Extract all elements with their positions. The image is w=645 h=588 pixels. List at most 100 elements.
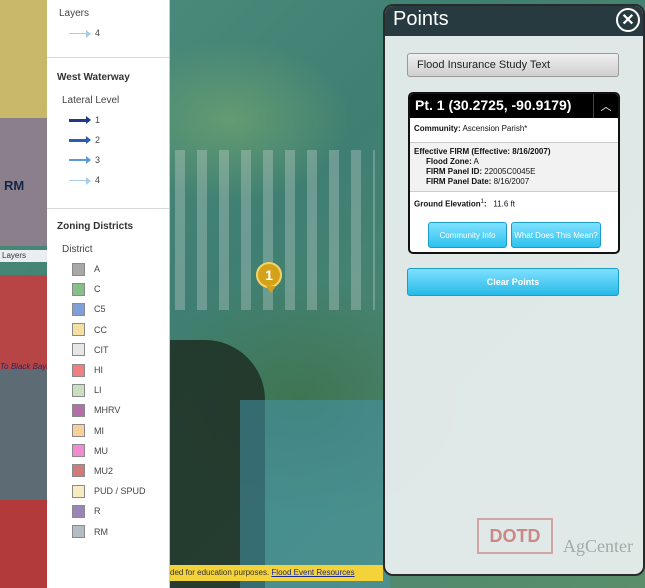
community-value: Ascension Parish* [462, 124, 528, 133]
legend-item-label: 1 [95, 115, 101, 125]
legend-item: R [72, 501, 169, 521]
point-card-header: Pt. 1 (30.2725, -90.9179) ︿ [410, 94, 618, 118]
elevation-label: Ground Elevation [414, 199, 481, 209]
legend-item-label: PUD / SPUD [94, 486, 146, 497]
agcenter-logo: AgCenter [563, 536, 633, 556]
color-swatch [72, 525, 85, 539]
legend-item-label: 4 [95, 175, 101, 185]
color-swatch [72, 383, 85, 397]
color-swatch [72, 282, 85, 296]
legend-section-sub: Lateral Level [62, 95, 120, 106]
elevation-colon: : [484, 199, 487, 209]
arrow-icon [69, 176, 91, 185]
zoning-list: A C C5 CC CIT HI LI MHRV MI MU MU2 PUD / SPUD R RM [47, 259, 169, 542]
legend-item: CC [72, 320, 169, 340]
layers-tab[interactable]: Layers [0, 250, 47, 262]
flood-zone-area [240, 400, 390, 588]
legend-item: C [72, 279, 169, 299]
firm-info: Effective FIRM (Effective: 8/16/2007) Fl… [410, 143, 618, 192]
legend-item-label: MU2 [94, 465, 114, 476]
flood-event-resources-link[interactable]: Flood Event Resources [271, 568, 354, 577]
community-row: Community: Ascension Parish* [410, 118, 618, 143]
community-info-button[interactable]: Community Info [428, 222, 507, 248]
panel-date-row: FIRM Panel Date: 8/16/2007 [414, 177, 614, 187]
community-label: Community: [414, 124, 461, 133]
legend-item: HI [72, 360, 169, 380]
what-does-this-mean-button[interactable]: What Does This Mean? [511, 222, 601, 248]
flood-insurance-study-button[interactable]: Flood Insurance Study Text [407, 53, 619, 77]
color-swatch [72, 363, 85, 377]
legend-item: 2 [69, 130, 169, 150]
legend-section-heading: West Waterway [57, 72, 130, 83]
legend-item: MU [72, 441, 169, 461]
legend-panel[interactable]: Layers 4 West Waterway Lateral Level 1 2… [47, 0, 170, 588]
arrow-icon [69, 135, 91, 144]
legend-item: 1 [69, 110, 169, 130]
firm-heading: Effective FIRM (Effective: 8/16/2007) [414, 147, 551, 156]
zone-area [0, 370, 47, 500]
point-title: Pt. 1 (30.2725, -90.9179) [415, 97, 572, 113]
legend-item-label: CC [94, 324, 107, 335]
arrow-icon [69, 29, 91, 38]
clear-points-button[interactable]: Clear Points [407, 268, 619, 296]
legend-section-heading: Zoning Districts [57, 221, 134, 232]
point-marker-pin [266, 286, 276, 293]
legend-item-label: LI [94, 385, 102, 396]
color-swatch [72, 444, 85, 458]
color-swatch [72, 343, 85, 357]
divider [47, 57, 169, 58]
point-marker[interactable]: 1 [256, 262, 282, 288]
legend-item: 4 [69, 170, 169, 190]
color-swatch [72, 424, 85, 438]
legend-item-label: MHRV [94, 405, 121, 416]
color-swatch [72, 323, 85, 337]
close-icon[interactable]: ✕ [616, 8, 640, 32]
legend-item: CIT [72, 340, 169, 360]
arrow-icon [69, 156, 91, 164]
legend-item-label: 3 [95, 155, 101, 165]
legend-item-label: 4 [95, 28, 101, 38]
legend-item: MHRV [72, 400, 169, 420]
points-panel[interactable]: Points ✕ Flood Insurance Study Text Pt. … [383, 4, 645, 576]
points-header: Points ✕ [385, 6, 643, 36]
color-swatch [72, 464, 85, 478]
legend-item: C5 [72, 299, 169, 319]
panel-id-label: FIRM Panel ID: [426, 167, 483, 176]
legend-item-label: MU [94, 445, 108, 456]
footer-text: ded for education purposes. [170, 568, 270, 577]
zone-area [0, 500, 47, 588]
color-swatch [72, 504, 85, 518]
legend-item-label: CIT [94, 344, 109, 355]
color-swatch [72, 302, 85, 316]
flood-zone-row: Flood Zone: A [414, 157, 614, 167]
legend-item: RM [72, 521, 169, 541]
legend-item: PUD / SPUD [72, 481, 169, 501]
point-card: Pt. 1 (30.2725, -90.9179) ︿ Community: A… [408, 92, 620, 254]
zone-area [0, 0, 47, 118]
color-swatch [72, 484, 85, 498]
legend-item-label: 2 [95, 135, 101, 145]
chevron-up-icon[interactable]: ︿ [593, 94, 618, 118]
arrow-icon [69, 115, 91, 124]
legend-item: LI [72, 380, 169, 400]
panel-date-value: 8/16/2007 [493, 177, 530, 186]
legend-item: MI [72, 421, 169, 441]
panel-id-value: 22005C0045E [484, 167, 536, 176]
flood-zone-value: A [473, 157, 479, 166]
legend-item-label: HI [94, 365, 103, 376]
legend-item-label: R [94, 506, 101, 517]
legend-section-sub: District [62, 244, 93, 255]
legend-item: A [72, 259, 169, 279]
footer-bar: ded for education purposes. Flood Event … [170, 565, 383, 581]
elevation-value: 11.6 ft [493, 199, 516, 209]
zone-label: RM [4, 178, 25, 193]
color-swatch [72, 262, 85, 276]
dotd-logo: DOTD [477, 518, 553, 554]
zone-area [0, 275, 47, 370]
legend-item-label: C5 [94, 304, 106, 315]
legend-layers-title: Layers [59, 8, 90, 19]
legend-item-label: C [94, 284, 101, 295]
divider [47, 208, 169, 209]
legend-item: 4 [69, 23, 169, 43]
legend-item-label: MI [94, 425, 104, 436]
